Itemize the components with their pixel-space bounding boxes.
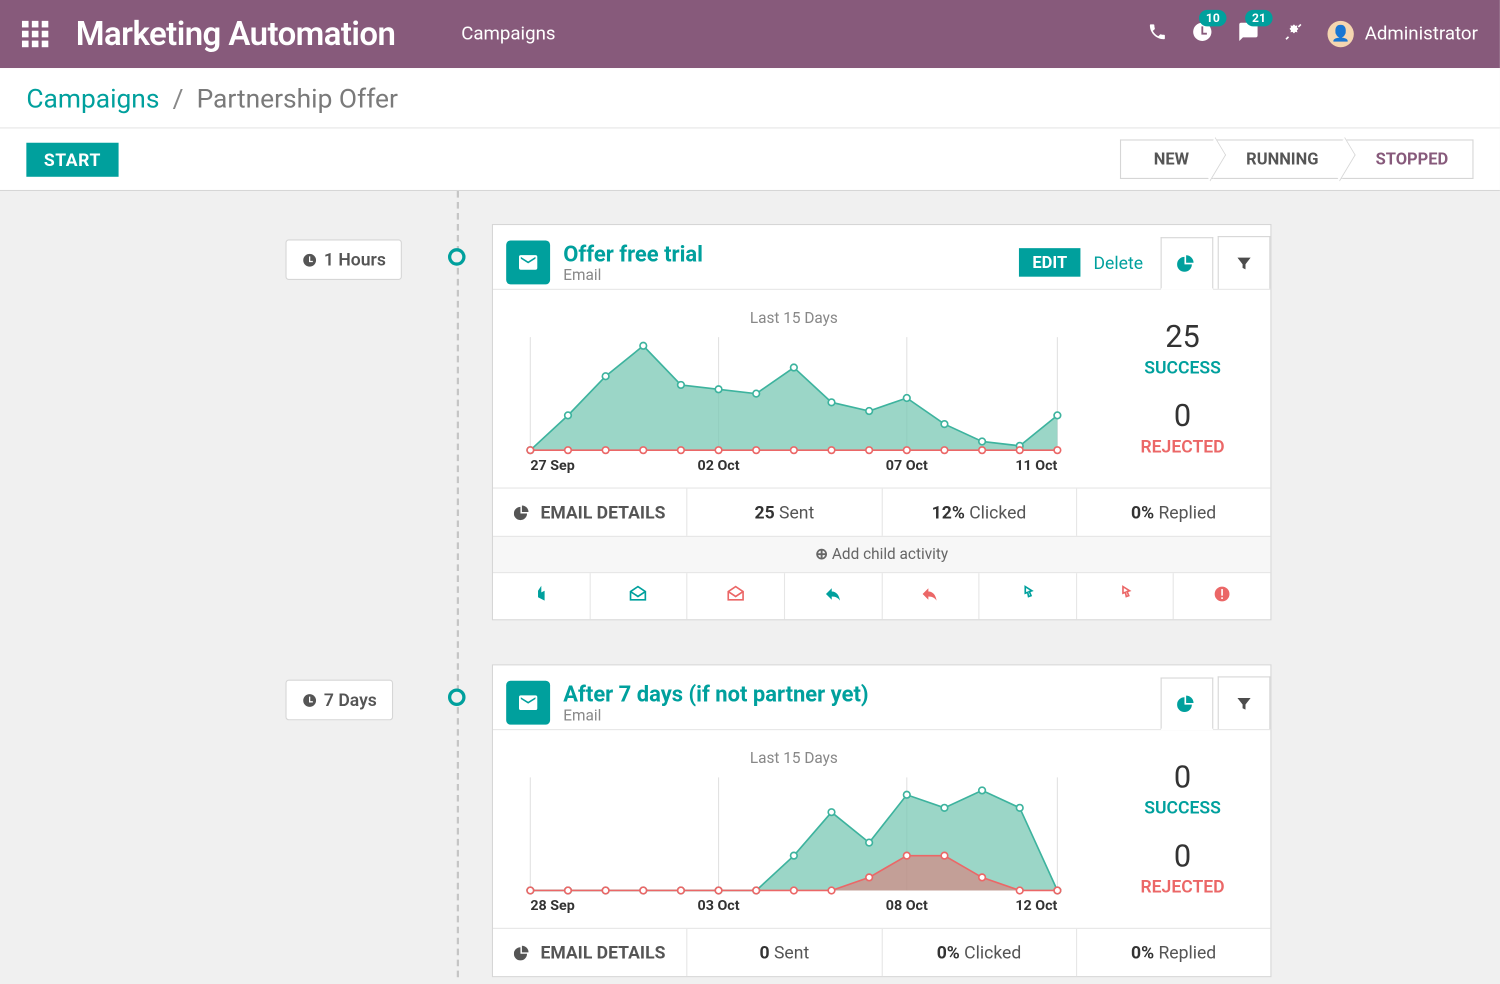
success-label: SUCCESS [1095,357,1271,378]
success-count: 0 [1095,759,1271,795]
activity-icon[interactable]: 10 [1191,21,1213,47]
pie-chart-icon [1177,693,1197,713]
trigger-row [493,572,1270,619]
trigger-click-icon[interactable] [980,573,1077,619]
chart-title: Last 15 Days [513,750,1075,768]
success-count: 25 [1095,318,1271,354]
breadcrumb-current: Partnership Offer [197,83,398,114]
pie-chart-icon [1177,253,1197,273]
status-new[interactable]: NEW [1120,139,1214,179]
activity-row: 7 Days After 7 days (if not partner yet)… [0,664,1500,977]
activity-subtitle: Email [563,707,868,725]
trigger-reply-icon[interactable] [785,573,882,619]
chart-toggle[interactable] [1161,677,1214,730]
svg-text:07 Oct: 07 Oct [886,458,928,474]
delete-button[interactable]: Delete [1080,248,1156,278]
chat-icon[interactable]: 21 [1237,21,1259,47]
nav-campaigns[interactable]: Campaigns [461,23,555,45]
filter-icon [1235,694,1253,712]
svg-text:11 Oct: 11 Oct [1015,458,1057,474]
filter-toggle[interactable] [1218,236,1271,289]
chart-title: Last 15 Days [513,310,1075,328]
avatar-icon: 👤 [1327,21,1353,47]
trigger-bounce-icon[interactable] [1174,573,1270,619]
clicked-stat: 0% Clicked [882,929,1077,976]
apps-icon[interactable] [22,21,48,47]
filter-icon [1235,254,1253,272]
timeline-dot [448,688,466,706]
chart-toggle[interactable] [1161,237,1214,290]
replied-stat: 0% Replied [1077,489,1271,536]
svg-text:02 Oct: 02 Oct [698,458,740,474]
delay-badge: 1 Hours [285,239,402,280]
pie-chart-icon [514,503,532,521]
email-details-button[interactable]: EMAIL DETAILS [493,929,688,976]
svg-text:27 Sep: 27 Sep [530,458,574,474]
edit-button[interactable]: EDIT [1019,248,1080,277]
rejected-label: REJECTED [1095,436,1271,457]
user-menu[interactable]: 👤 Administrator [1327,21,1478,47]
trigger-mail-not-open-icon[interactable] [688,573,785,619]
trigger-not-click-icon[interactable] [1077,573,1174,619]
settings-icon[interactable] [1283,22,1303,46]
activity-chart: 28 Sep 03 Oct 08 Oct 12 Oct [513,772,1075,915]
phone-icon[interactable] [1147,22,1167,46]
activity-card: After 7 days (if not partner yet) Email … [492,664,1272,977]
envelope-icon [506,240,550,284]
rejected-label: REJECTED [1095,876,1271,897]
status-bar: NEW RUNNING STOPPED [1120,139,1474,179]
brand-title: Marketing Automation [76,15,396,53]
activity-card: Offer free trial Email EDIT Delete Last [492,224,1272,620]
trigger-not-reply-icon[interactable] [882,573,979,619]
svg-text:12 Oct: 12 Oct [1015,898,1057,914]
status-running[interactable]: RUNNING [1213,139,1342,179]
breadcrumb-root[interactable]: Campaigns [26,83,159,114]
user-name: Administrator [1365,23,1478,45]
email-details-button[interactable]: EMAIL DETAILS [493,489,688,536]
add-child-activity[interactable]: ⊕ Add child activity [493,536,1270,572]
success-label: SUCCESS [1095,797,1271,818]
clicked-stat: 12% Clicked [882,489,1077,536]
delay-badge: 7 Days [285,680,393,721]
timeline-dot [448,248,466,266]
clock-icon [302,692,317,707]
activity-subtitle: Email [563,267,703,285]
replied-stat: 0% Replied [1077,929,1271,976]
breadcrumb: Campaigns / Partnership Offer [0,68,1500,128]
rejected-count: 0 [1095,838,1271,874]
sent-stat: 0 Sent [688,929,883,976]
top-navbar: Marketing Automation Campaigns 10 21 👤 A… [0,0,1500,68]
messages-badge: 10 [1199,10,1226,26]
svg-text:03 Oct: 03 Oct [698,898,740,914]
trigger-mail-open-icon[interactable] [590,573,687,619]
start-button[interactable]: START [26,142,118,176]
sent-stat: 25 Sent [688,489,883,536]
activity-title[interactable]: After 7 days (if not partner yet) [563,681,868,707]
status-stopped[interactable]: STOPPED [1343,139,1474,179]
pie-chart-icon [514,944,532,962]
svg-text:08 Oct: 08 Oct [886,898,928,914]
svg-text:28 Sep: 28 Sep [530,898,574,914]
envelope-icon [506,681,550,725]
activity-title[interactable]: Offer free trial [563,240,703,266]
conversations-badge: 21 [1245,10,1272,26]
trigger-child-icon[interactable] [493,573,590,619]
activity-chart: 27 Sep 02 Oct 07 Oct 11 Oct [513,332,1075,475]
activity-row: 1 Hours Offer free trial Email EDIT Dele… [0,224,1500,620]
rejected-count: 0 [1095,397,1271,433]
clock-icon [302,252,317,267]
filter-toggle[interactable] [1218,676,1271,729]
